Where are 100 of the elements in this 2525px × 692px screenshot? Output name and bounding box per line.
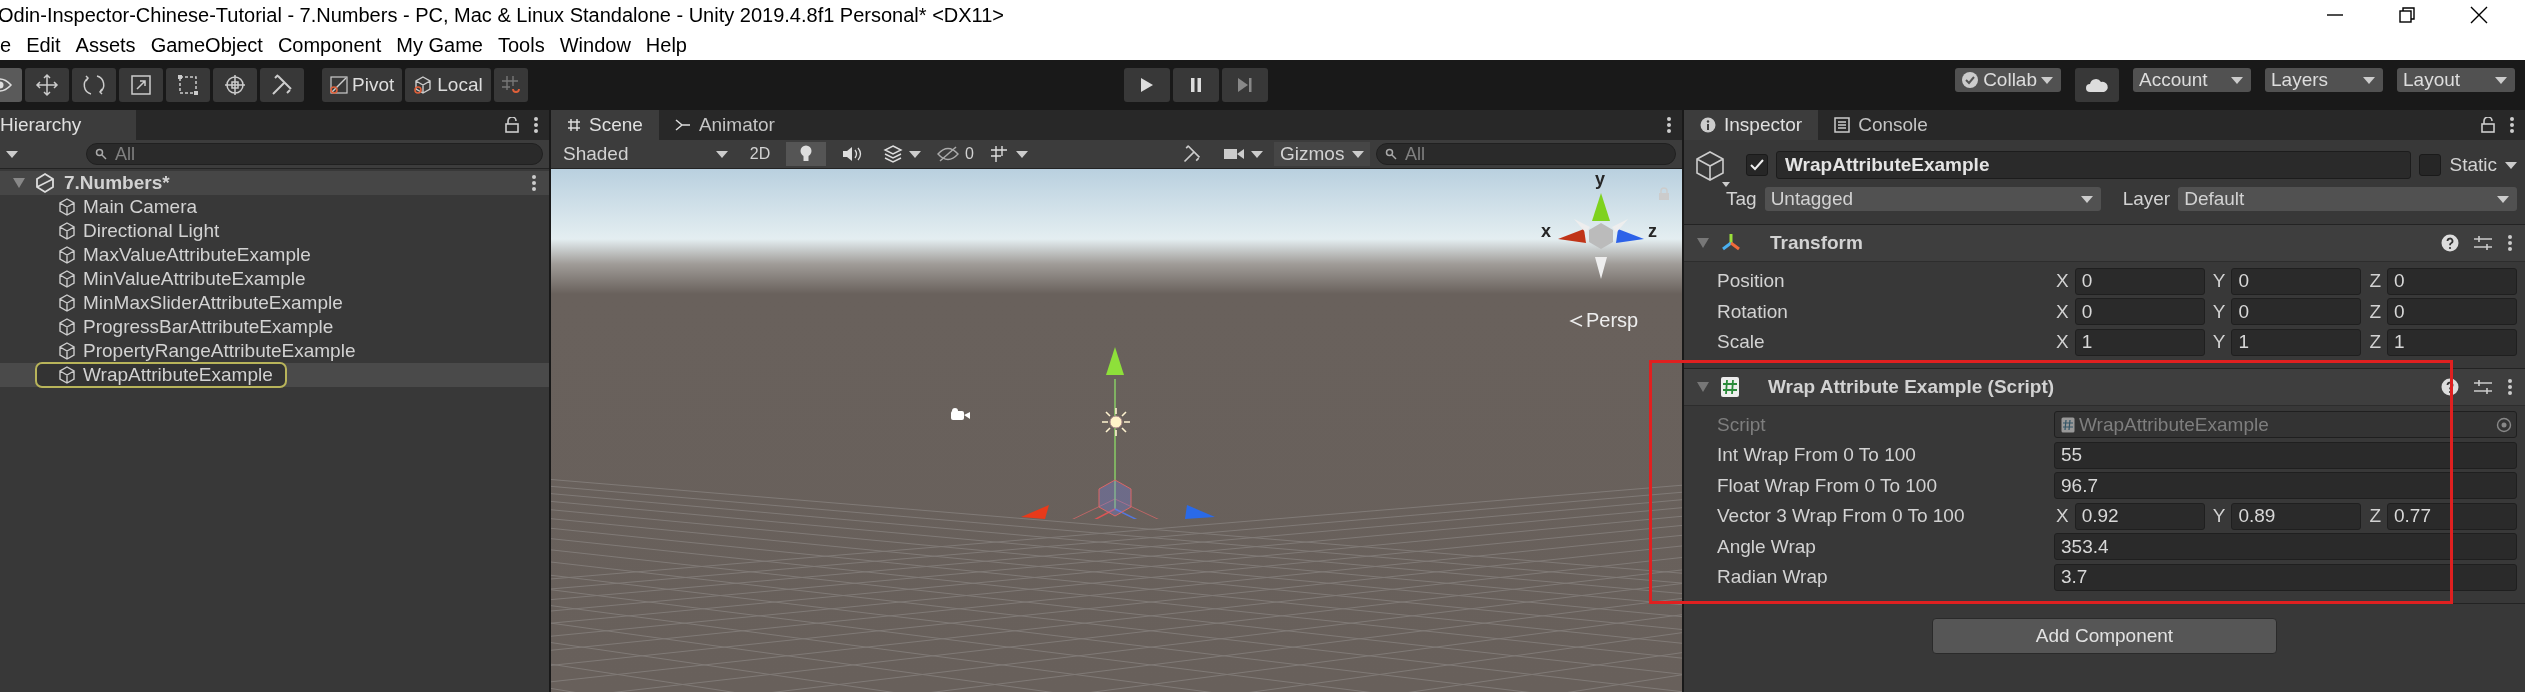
add-component-button[interactable]: Add Component (1932, 617, 2277, 654)
more-options-icon[interactable] (2507, 377, 2513, 396)
tool-button[interactable] (72, 68, 116, 102)
active-checkbox[interactable] (1746, 154, 1768, 176)
2d-toggle[interactable]: 2D (740, 142, 780, 166)
number-field[interactable]: 0 (2387, 267, 2517, 295)
more-options-icon[interactable] (2509, 116, 2515, 134)
more-options-icon[interactable] (2507, 234, 2513, 252)
axis-label: Y (2212, 505, 2226, 528)
camera-icon[interactable] (949, 407, 971, 423)
lighting-toggle[interactable] (786, 142, 826, 166)
scene-tab[interactable]: Scene (551, 110, 659, 140)
tag-dropdown[interactable]: Untagged (1764, 187, 2101, 211)
caret-icon[interactable] (2505, 161, 2517, 169)
number-field[interactable]: 0.92 (2074, 502, 2205, 530)
hierarchy-item[interactable]: ProgressBarAttributeExample (0, 315, 549, 339)
menu-item[interactable]: Edit (26, 33, 61, 57)
layers-dropdown[interactable]: Layers (2265, 68, 2383, 92)
menu-item[interactable]: Tools (498, 33, 545, 57)
sliders-icon[interactable] (2473, 234, 2493, 252)
help-icon[interactable] (2441, 377, 2459, 396)
more-options-icon[interactable] (1666, 116, 1672, 134)
target-icon[interactable] (2496, 416, 2512, 433)
component-header[interactable]: Wrap Attribute Example (Script) (1684, 368, 2525, 406)
layer-dropdown[interactable]: Default (2178, 187, 2517, 211)
tool-button[interactable] (260, 68, 304, 102)
selected-hierarchy-item[interactable]: WrapAttributeExample (0, 363, 549, 387)
tool-button[interactable] (166, 68, 210, 102)
lock-icon[interactable] (505, 117, 519, 133)
number-field[interactable]: 0.89 (2231, 502, 2362, 530)
search-field[interactable]: All (86, 143, 543, 165)
menu-item[interactable]: Help (645, 33, 687, 57)
cloud-button[interactable] (2075, 68, 2119, 102)
expand-arrow-icon[interactable] (1696, 380, 1710, 393)
collab-button[interactable]: Collab (1955, 68, 2061, 92)
number-field[interactable]: 353.4 (2054, 533, 2517, 561)
number-field[interactable]: 0 (2387, 298, 2517, 326)
expand-arrow-icon[interactable] (12, 177, 26, 189)
hidden-objects-toggle[interactable]: 0 (932, 142, 979, 166)
layout-dropdown[interactable]: Layout (2397, 68, 2515, 92)
component-header[interactable]: Transform (1684, 225, 2525, 262)
hierarchy-item[interactable]: MinMaxSliderAttributeExample (0, 291, 549, 315)
static-checkbox[interactable] (2419, 154, 2442, 176)
scene-viewport-drawing[interactable] (551, 169, 1682, 692)
more-options-icon[interactable] (531, 174, 537, 192)
number-field[interactable]: 1 (2231, 328, 2362, 356)
lock-icon[interactable] (2481, 117, 2495, 133)
number-field[interactable]: 3.7 (2054, 563, 2517, 591)
light-icon[interactable] (1101, 407, 1131, 437)
hierarchy-item[interactable]: Directional Light (0, 219, 549, 243)
scene-name[interactable]: 7.Numbers* (64, 172, 170, 194)
menu-item[interactable]: Assets (75, 33, 136, 57)
number-field[interactable]: 0 (2231, 267, 2362, 295)
number-field[interactable]: 1 (2387, 328, 2517, 356)
close-icon[interactable] (2469, 5, 2489, 25)
menu-item[interactable]: GameObject (150, 33, 263, 57)
pause-button[interactable] (1172, 68, 1219, 102)
shading-dropdown[interactable]: Shaded (557, 142, 734, 166)
number-field[interactable]: 0 (2231, 298, 2362, 326)
search-icon (95, 148, 107, 160)
sliders-icon[interactable] (2473, 377, 2493, 396)
object-name-field[interactable]: WrapAttributeExample (1776, 151, 2412, 179)
gizmos-dropdown[interactable]: Gizmos (1274, 142, 1370, 166)
number-field[interactable]: 55 (2054, 441, 2517, 469)
number-field[interactable]: 1 (2074, 328, 2205, 356)
inspector-tab[interactable]: Inspector (1684, 110, 1819, 140)
projection-toggle[interactable]: Persp (1569, 309, 1639, 332)
menu-item[interactable]: Component (277, 33, 382, 57)
tool-button[interactable] (119, 68, 163, 102)
more-options-icon[interactable] (533, 116, 539, 134)
snap-button[interactable] (493, 68, 528, 102)
help-icon[interactable] (2441, 234, 2459, 252)
inspector-tab[interactable]: Console (1818, 110, 1944, 140)
menu-item[interactable]: My Game (396, 33, 483, 57)
hierarchy-item[interactable]: MinValueAttributeExample (0, 267, 549, 291)
number-field[interactable]: 0.77 (2387, 502, 2517, 530)
account-dropdown[interactable]: Account (2133, 68, 2251, 92)
menu-item[interactable]: Window (559, 33, 631, 57)
cube-icon (57, 317, 77, 337)
number-field[interactable]: 96.7 (2054, 472, 2517, 500)
expand-arrow-icon[interactable] (1696, 237, 1710, 249)
hierarchy-item[interactable]: PropertyRangeAttributeExample (0, 339, 549, 363)
menu-item[interactable]: e (0, 33, 12, 57)
tool-button[interactable] (25, 68, 69, 102)
hierarchy-tab[interactable]: Hierarchy (0, 110, 136, 140)
hierarchy-item[interactable]: Main Camera (0, 195, 549, 219)
pivot-button[interactable]: Pivot (322, 68, 403, 102)
hierarchy-item[interactable]: MaxValueAttributeExample (0, 243, 549, 267)
scene-tab[interactable]: Animator (658, 110, 791, 140)
restore-icon[interactable] (2397, 5, 2417, 25)
number-field[interactable]: 0 (2074, 267, 2205, 295)
number-field[interactable]: 0 (2074, 298, 2205, 326)
search-field[interactable]: All (1376, 143, 1676, 165)
tool-button[interactable] (213, 68, 257, 102)
create-dropdown-caret-icon[interactable] (6, 150, 18, 158)
play-button[interactable] (1123, 68, 1170, 102)
caret-icon (716, 150, 728, 158)
animator-icon (674, 118, 691, 132)
step-button[interactable] (1221, 68, 1268, 102)
local-button[interactable]: Local (405, 68, 491, 102)
